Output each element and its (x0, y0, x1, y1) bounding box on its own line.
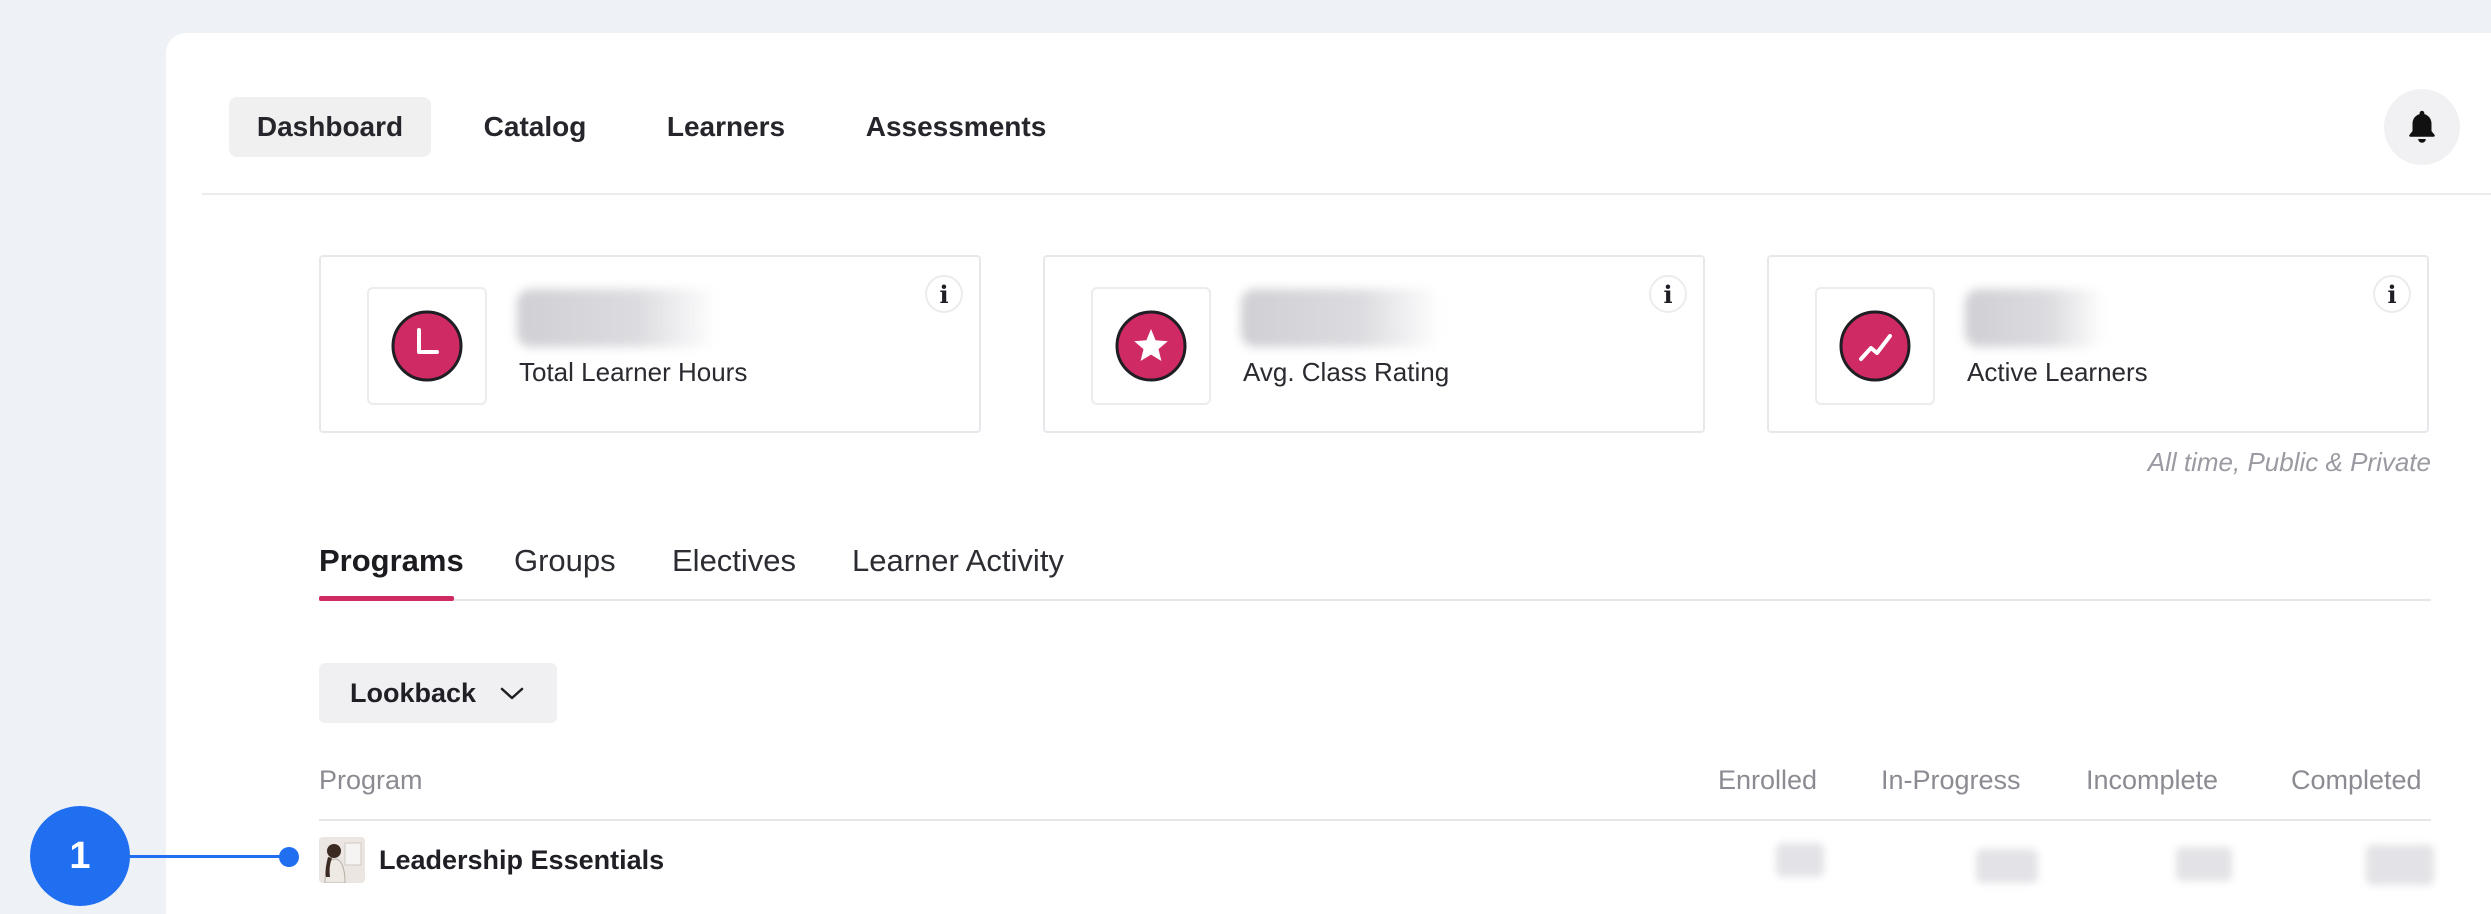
tab-electives[interactable]: Electives (672, 543, 796, 579)
star-icon (1115, 310, 1187, 382)
column-header-enrolled[interactable]: Enrolled (1718, 765, 1817, 796)
stat-card-class-rating: Avg. Class Rating i (1043, 255, 1705, 433)
trend-up-icon (1839, 310, 1911, 382)
incomplete-value (2176, 847, 2232, 881)
column-header-program[interactable]: Program (319, 765, 423, 796)
column-header-incomplete[interactable]: Incomplete (2086, 765, 2218, 796)
annotation-callout: 1 (30, 806, 130, 906)
tab-learners[interactable]: Learners (646, 97, 806, 157)
notifications-button[interactable] (2384, 89, 2460, 165)
enrolled-value (1776, 843, 1824, 877)
top-navigation: Dashboard Catalog Learners Assessments (166, 33, 2491, 195)
stat-icon-box (1091, 287, 1211, 405)
stat-icon-box (1815, 287, 1935, 405)
stat-icon-box (367, 287, 487, 405)
stat-value (1241, 289, 1441, 347)
stat-value (1965, 289, 2105, 347)
completed-value (2366, 845, 2434, 885)
section-tabs-divider (319, 599, 2431, 601)
tab-dashboard[interactable]: Dashboard (229, 97, 431, 157)
stats-scope-note: All time, Public & Private (2147, 447, 2431, 477)
table-header-divider (319, 819, 2431, 821)
nav-divider (202, 193, 2491, 195)
active-tab-indicator (319, 596, 454, 601)
callout-dot (279, 847, 299, 867)
program-image (319, 837, 365, 883)
main-panel: Dashboard Catalog Learners Assessments T… (166, 33, 2491, 914)
tab-learner-activity[interactable]: Learner Activity (852, 543, 1064, 579)
info-icon[interactable]: i (2373, 275, 2411, 313)
program-title[interactable]: Leadership Essentials (379, 845, 664, 876)
info-icon[interactable]: i (925, 275, 963, 313)
clock-icon (391, 310, 463, 382)
column-header-in-progress[interactable]: In-Progress (1881, 765, 2021, 796)
stat-value (517, 289, 717, 347)
stat-card-learner-hours: Total Learner Hours i (319, 255, 981, 433)
tab-assessments[interactable]: Assessments (836, 97, 1076, 157)
lookback-dropdown[interactable]: Lookback (319, 663, 557, 723)
program-thumbnail (319, 837, 365, 883)
stat-card-active-learners: Active Learners i (1767, 255, 2429, 433)
stat-label: Active Learners (1967, 357, 2148, 387)
column-header-completed[interactable]: Completed (2291, 765, 2422, 796)
tab-catalog[interactable]: Catalog (460, 97, 610, 157)
in-progress-value (1976, 849, 2038, 883)
info-icon[interactable]: i (1649, 275, 1687, 313)
lookback-label: Lookback (350, 677, 477, 708)
stat-label: Avg. Class Rating (1243, 357, 1450, 387)
callout-leader-line (130, 855, 288, 858)
tab-programs[interactable]: Programs (319, 543, 464, 579)
chevron-down-icon (500, 687, 524, 700)
stat-label: Total Learner Hours (519, 357, 748, 387)
tab-groups[interactable]: Groups (514, 543, 616, 579)
bell-icon (2409, 110, 2435, 143)
